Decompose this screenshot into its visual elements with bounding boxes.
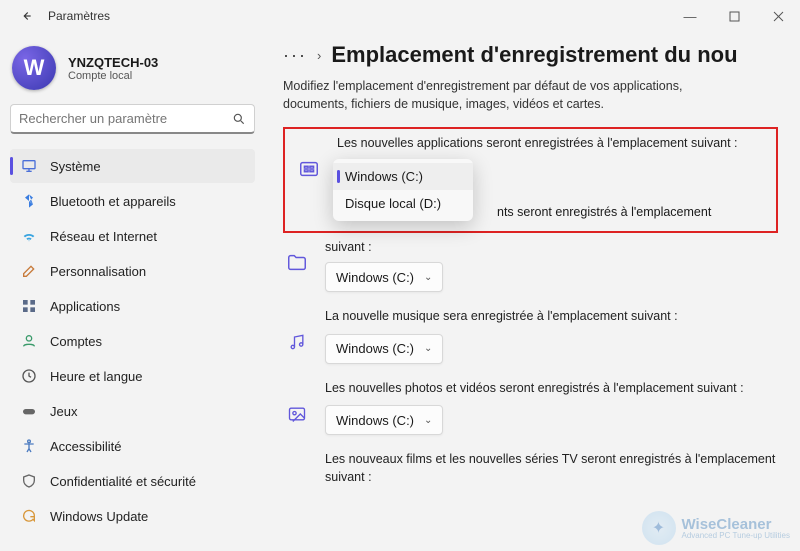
photos-location-icon	[283, 400, 311, 428]
back-arrow-icon	[19, 9, 33, 23]
chevron-down-icon: ⌄	[424, 272, 432, 283]
nav-label: Heure et langue	[50, 369, 143, 384]
chevron-right-icon: ›	[317, 48, 321, 63]
gamepad-icon	[20, 402, 38, 420]
update-icon	[20, 507, 38, 525]
setting-label: suivant :	[325, 239, 778, 257]
setting-label: Les nouveaux films et les nouvelles séri…	[325, 451, 778, 486]
apps-location-icon	[295, 155, 323, 183]
nav-personnalisation[interactable]: Personnalisation	[10, 254, 255, 288]
nav-label: Accessibilité	[50, 439, 122, 454]
maximize-button[interactable]	[712, 0, 756, 32]
nav-systeme[interactable]: Système	[10, 149, 255, 183]
music-location-select[interactable]: Windows (C:) ⌄	[325, 334, 443, 364]
nav-confidentialite[interactable]: Confidentialité et sécurité	[10, 464, 255, 498]
nav-heure[interactable]: Heure et langue	[10, 359, 255, 393]
accessibility-icon	[20, 437, 38, 455]
close-button[interactable]	[756, 0, 800, 32]
apps-icon	[20, 297, 38, 315]
search-icon	[232, 112, 246, 126]
setting-new-documents: suivant : Windows (C:) ⌄	[283, 239, 778, 293]
avatar: W	[12, 46, 56, 90]
watermark: ✦ WiseCleaner Advanced PC Tune-up Utilit…	[642, 511, 791, 545]
search-input[interactable]	[19, 111, 232, 126]
watermark-brand: WiseCleaner	[682, 517, 791, 532]
main-content: ··· › Emplacement d'enregistrement du no…	[265, 32, 800, 551]
page-description: Modifiez l'emplacement d'enregistrement …	[283, 78, 738, 113]
wifi-icon	[20, 227, 38, 245]
search-box[interactable]	[10, 104, 255, 134]
nav-label: Comptes	[50, 334, 102, 349]
back-button[interactable]	[12, 2, 40, 30]
nav-label: Réseau et Internet	[50, 229, 157, 244]
dropdown-option-windows-c[interactable]: Windows (C:)	[333, 163, 473, 190]
nav-label: Système	[50, 159, 101, 174]
nav-label: Personnalisation	[50, 264, 146, 279]
chevron-down-icon: ⌄	[424, 415, 432, 426]
page-title: Emplacement d'enregistrement du nou	[331, 42, 737, 68]
user-name: YNZQTECH-03	[68, 55, 158, 70]
nav-bluetooth[interactable]: Bluetooth et appareils	[10, 184, 255, 218]
close-icon	[773, 11, 784, 22]
minimize-button[interactable]: —	[668, 0, 712, 32]
titlebar: Paramètres —	[0, 0, 800, 32]
nav-label: Bluetooth et appareils	[50, 194, 176, 209]
nav-list: Système Bluetooth et appareils Réseau et…	[10, 148, 265, 534]
apps-location-dropdown-menu: Windows (C:) Disque local (D:)	[333, 159, 473, 221]
user-account-type: Compte local	[68, 70, 158, 82]
watermark-tagline: Advanced PC Tune-up Utilities	[682, 532, 791, 540]
clock-icon	[20, 367, 38, 385]
chevron-down-icon: ⌄	[424, 343, 432, 354]
dropdown-option-disque-d[interactable]: Disque local (D:)	[333, 190, 473, 217]
watermark-logo-icon: ✦	[642, 511, 676, 545]
highlight-annotation: Les nouvelles applications seront enregi…	[283, 127, 778, 233]
nav-accessibilite[interactable]: Accessibilité	[10, 429, 255, 463]
bluetooth-icon	[20, 192, 38, 210]
nav-jeux[interactable]: Jeux	[10, 394, 255, 428]
documents-location-icon	[283, 249, 311, 277]
window-controls: —	[668, 0, 800, 32]
nav-comptes[interactable]: Comptes	[10, 324, 255, 358]
brush-icon	[20, 262, 38, 280]
nav-update[interactable]: Windows Update	[10, 499, 255, 533]
person-icon	[20, 332, 38, 350]
nav-reseau[interactable]: Réseau et Internet	[10, 219, 255, 253]
setting-new-music: La nouvelle musique sera enregistrée à l…	[283, 308, 778, 364]
maximize-icon	[729, 11, 740, 22]
setting-label: Les nouvelles photos et vidéos seront en…	[325, 380, 778, 398]
shield-icon	[20, 472, 38, 490]
nav-applications[interactable]: Applications	[10, 289, 255, 323]
breadcrumb: ··· › Emplacement d'enregistrement du no…	[283, 42, 778, 68]
nav-label: Applications	[50, 299, 120, 314]
docs-label-partial: nts seront enregistrés à l'emplacement	[497, 205, 711, 219]
system-icon	[20, 157, 38, 175]
setting-label: La nouvelle musique sera enregistrée à l…	[325, 308, 778, 326]
setting-new-photos: Les nouvelles photos et vidéos seront en…	[283, 380, 778, 436]
setting-new-apps: Les nouvelles applications seront enregi…	[295, 135, 766, 225]
user-profile[interactable]: W YNZQTECH-03 Compte local	[10, 40, 265, 104]
breadcrumb-overflow[interactable]: ···	[283, 45, 307, 66]
window-title: Paramètres	[48, 9, 110, 23]
nav-label: Jeux	[50, 404, 77, 419]
documents-location-select[interactable]: Windows (C:) ⌄	[325, 262, 443, 292]
sidebar: W YNZQTECH-03 Compte local Système Bluet…	[0, 32, 265, 551]
photos-location-select[interactable]: Windows (C:) ⌄	[325, 405, 443, 435]
setting-new-tv: Les nouveaux films et les nouvelles séri…	[283, 451, 778, 499]
music-location-icon	[283, 328, 311, 356]
nav-label: Confidentialité et sécurité	[50, 474, 196, 489]
setting-label: Les nouvelles applications seront enregi…	[337, 135, 766, 153]
nav-label: Windows Update	[50, 509, 148, 524]
